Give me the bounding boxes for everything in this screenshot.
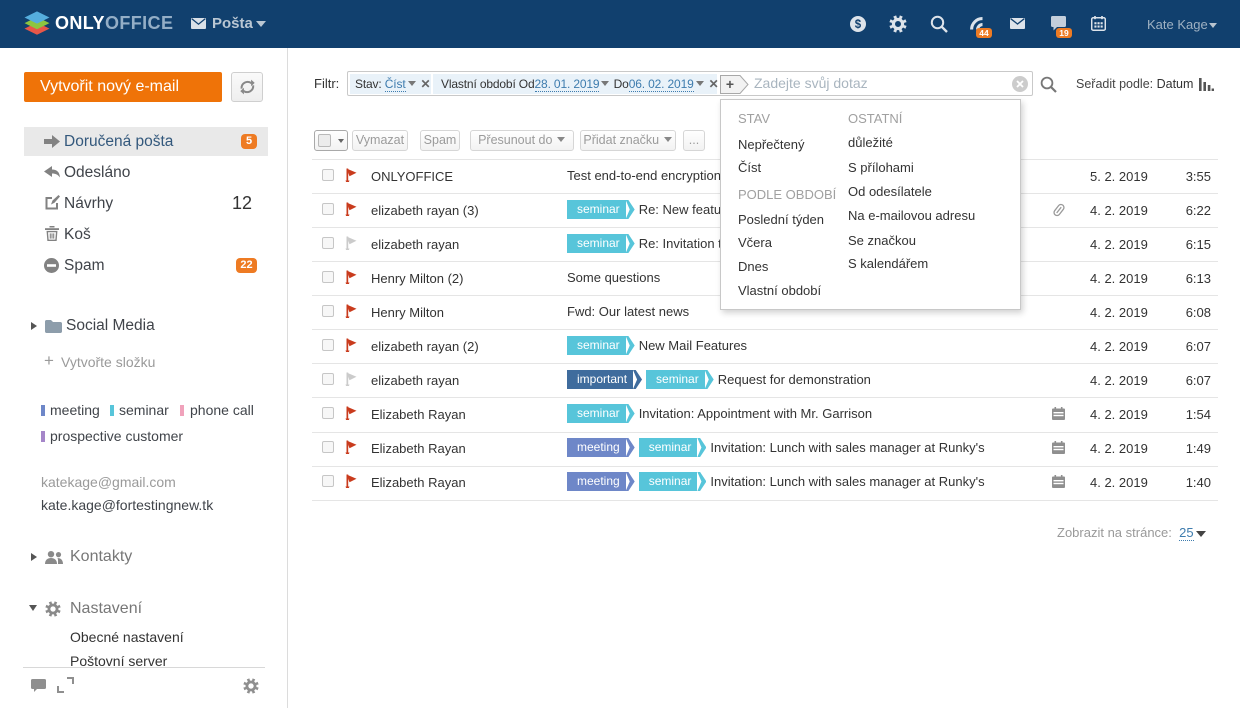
- svg-text:+: +: [726, 76, 734, 92]
- svg-text:$: $: [855, 19, 862, 31]
